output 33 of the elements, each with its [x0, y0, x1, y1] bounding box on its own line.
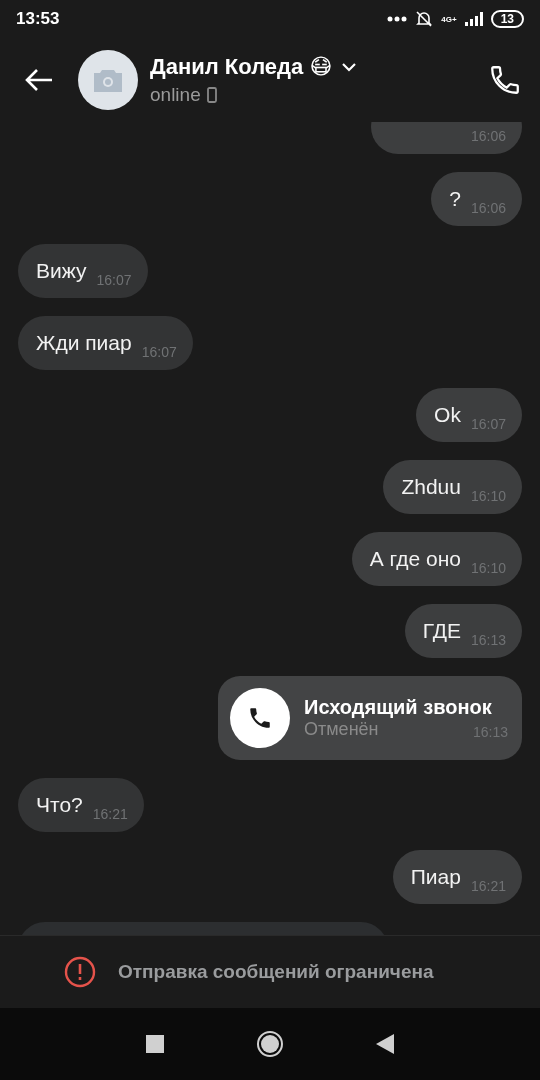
contact-name[interactable]: Данил Коледа 😷 — [150, 54, 333, 80]
muted-bell-icon — [415, 10, 434, 28]
call-status: Отменён — [304, 719, 379, 740]
camera-icon — [92, 68, 124, 92]
call-title: Исходящий звонок — [304, 696, 493, 719]
avatar[interactable] — [78, 50, 138, 110]
message-text: Что? — [36, 793, 83, 817]
warning-icon — [64, 956, 96, 988]
chevron-down-icon[interactable] — [342, 62, 357, 72]
online-status: online — [150, 84, 201, 106]
message-time: 16:07 — [141, 344, 177, 360]
message-text: Ok — [434, 403, 461, 427]
message-time: 16:21 — [92, 806, 128, 822]
network-type: 4G+ — [441, 14, 457, 24]
back-arrow-icon[interactable] — [24, 68, 54, 92]
back-icon[interactable] — [376, 1034, 394, 1054]
home-icon[interactable] — [256, 1030, 284, 1058]
message-text: Zhduu — [401, 475, 461, 499]
signal-icon — [464, 12, 483, 26]
notice-text: Отправка сообщений ограничена — [118, 961, 434, 983]
clock: 13:53 — [16, 9, 60, 29]
dots-icon — [387, 16, 408, 22]
message-text: ГДЕ — [422, 619, 461, 643]
message-text: ? — [449, 187, 461, 211]
message-text: Пиар — [410, 865, 461, 889]
call-icon[interactable] — [488, 63, 522, 97]
message-text: Жди пиар — [36, 331, 132, 355]
phone-icon — [230, 688, 290, 748]
message-time: 16:07 — [96, 272, 132, 288]
battery-level: 13 — [490, 10, 524, 28]
message-text: А где оно — [369, 547, 461, 571]
phone-device-icon — [206, 87, 217, 103]
message-text: Вижу — [36, 259, 87, 283]
